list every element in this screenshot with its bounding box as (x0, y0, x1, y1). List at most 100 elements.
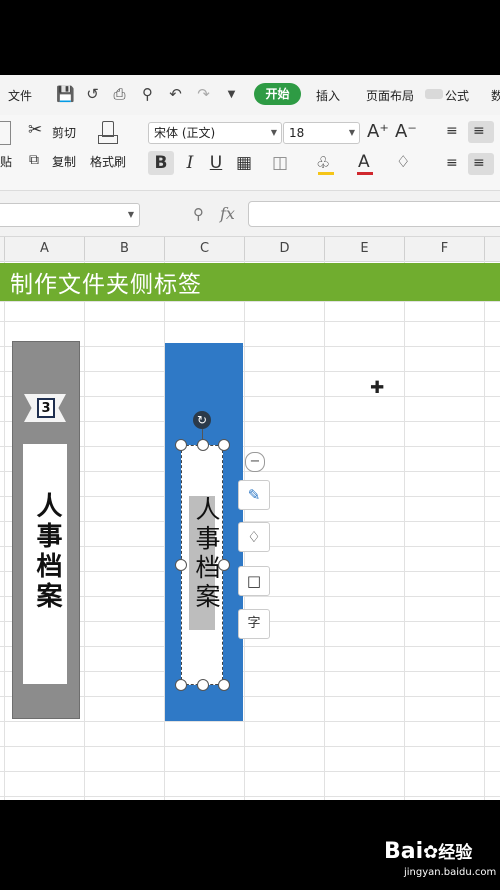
pen-icon[interactable]: ✎ (238, 480, 270, 510)
resize-handle[interactable] (175, 559, 187, 571)
zoom-icon[interactable]: ⚲ (193, 205, 204, 223)
resize-handle[interactable] (197, 439, 209, 451)
shape-fill-icon[interactable]: ♢ (238, 522, 270, 552)
border-icon[interactable]: ▦ (236, 153, 252, 173)
crosshair-cursor-icon: ✚ (370, 378, 385, 398)
chevron-down-icon: ▼ (127, 210, 134, 219)
column-header-bar: A B C D E F (0, 236, 500, 262)
label-right-blue[interactable]: 人事档案 ↻ (165, 343, 243, 721)
label-left-text-box: 人事档案 (23, 444, 67, 684)
font-color-icon[interactable]: A (358, 152, 370, 172)
ribbon: 贴 ✂ 剪切 ⧉ 复制 格式刷 宋体 (正文) ▼ 18 ▼ A⁺ A⁻ B I… (0, 115, 500, 191)
collapse-toolbar-icon[interactable]: − (245, 452, 265, 472)
fx-button[interactable]: fx (220, 204, 235, 223)
align-left-icon[interactable]: ≡ (446, 155, 458, 171)
spreadsheet-screen: 文件 💾 ↺ ⎙ ⚲ ↶ ↷ ▼ 开始 插入 页面布局 公式 数 贴 ✂ 剪切 … (0, 75, 500, 800)
fill-color-icon[interactable]: ♧ (316, 153, 330, 172)
chevron-down-icon: ▼ (348, 128, 355, 137)
column-header-f[interactable]: F (404, 237, 484, 261)
save-icon[interactable]: 💾 (56, 86, 75, 103)
resize-handle[interactable] (175, 679, 187, 691)
row-line (0, 721, 500, 722)
watermark-brand-suffix: 经验 (438, 843, 473, 863)
text-wrap-icon[interactable]: 字 (238, 609, 270, 639)
tab-page-layout[interactable]: 页面布局 (366, 87, 414, 104)
quick-access-dropdown-icon[interactable]: ▼ (223, 86, 240, 103)
eraser-icon[interactable]: ♢ (396, 152, 410, 171)
resize-handle[interactable] (218, 559, 230, 571)
paw-icon: ✿ (423, 842, 439, 863)
chevron-down-icon: ▼ (270, 128, 277, 137)
copy-button[interactable]: 复制 (52, 153, 76, 170)
tab-separator-mark (425, 89, 443, 99)
cell-grid[interactable]: 制作文件夹侧标签 3 人事档案 人事档案 ↻ − ✎ ♢ □ 字 ✚ (0, 260, 500, 800)
selected-textbox[interactable]: 人事档案 (181, 445, 223, 685)
font-color-swatch (357, 172, 373, 175)
row-line (0, 796, 500, 797)
merge-cells-icon[interactable]: ◫ (272, 153, 288, 173)
resize-handle[interactable] (218, 679, 230, 691)
rotate-handle-icon[interactable]: ↻ (193, 411, 211, 429)
font-name-select[interactable]: 宋体 (正文) ▼ (148, 122, 282, 144)
column-line (404, 260, 405, 800)
scissors-icon[interactable]: ✂ (28, 120, 42, 140)
align-top-icon[interactable]: ≡ (446, 123, 458, 139)
grow-font-button[interactable]: A⁺ (367, 121, 389, 142)
font-size-value: 18 (289, 126, 305, 140)
font-size-select[interactable]: 18 ▼ (283, 122, 360, 144)
name-box[interactable]: ▼ (0, 203, 140, 227)
formula-input[interactable] (248, 201, 500, 227)
watermark-brand-text: Bai (384, 839, 424, 864)
tab-insert[interactable]: 插入 (316, 87, 340, 104)
row-line (0, 746, 500, 747)
cut-button[interactable]: 剪切 (52, 124, 76, 141)
tab-formula[interactable]: 公式 (445, 87, 469, 104)
resize-handle[interactable] (175, 439, 187, 451)
paste-icon[interactable] (0, 121, 11, 145)
resize-handle[interactable] (218, 439, 230, 451)
column-header-e[interactable]: E (324, 237, 404, 261)
column-header-a[interactable]: A (4, 237, 84, 261)
fill-color-swatch (318, 172, 334, 175)
row-line (0, 771, 500, 772)
label-left-gray[interactable]: 3 人事档案 (12, 341, 80, 719)
label-number-badge: 3 (37, 398, 55, 418)
column-line (84, 260, 85, 800)
font-name-value: 宋体 (正文) (154, 126, 216, 140)
column-header-b[interactable]: B (84, 237, 164, 261)
paste-label[interactable]: 贴 (0, 153, 12, 170)
undo-icon[interactable]: ↶ (167, 86, 184, 103)
column-header-c[interactable]: C (164, 237, 244, 261)
italic-button[interactable]: I (180, 153, 200, 173)
menu-file[interactable]: 文件 (8, 87, 32, 104)
redo-icon[interactable]: ↷ (195, 86, 212, 103)
column-header-g[interactable] (484, 237, 500, 261)
tab-data[interactable]: 数 (491, 87, 500, 104)
print-preview-icon[interactable]: ⚲ (139, 86, 156, 103)
column-line (4, 260, 5, 800)
column-header-d[interactable]: D (244, 237, 324, 261)
row-line (0, 321, 500, 322)
column-line (324, 260, 325, 800)
shrink-font-button[interactable]: A⁻ (395, 121, 417, 142)
label-right-text[interactable]: 人事档案 (188, 496, 224, 612)
bold-button[interactable]: B (148, 153, 174, 173)
column-line (484, 260, 485, 800)
tab-start[interactable]: 开始 (254, 83, 301, 105)
underline-button[interactable]: U (206, 153, 226, 173)
format-painter-brush (98, 135, 118, 144)
resize-handle[interactable] (197, 679, 209, 691)
format-painter-button[interactable]: 格式刷 (90, 153, 126, 170)
watermark-brand: Bai✿经验 (384, 838, 472, 864)
shape-outline-icon[interactable]: □ (238, 566, 270, 596)
sheet-title: 制作文件夹侧标签 (10, 272, 202, 298)
label-left-text: 人事档案 (32, 492, 62, 612)
formula-bar: ▼ ⚲ fx (0, 191, 500, 236)
copy-icon[interactable]: ⧉ (29, 152, 39, 168)
watermark-url: jingyan.baidu.com (404, 867, 497, 878)
align-middle-icon: ≡ (473, 123, 485, 139)
print-icon[interactable]: ⎙ (111, 86, 128, 103)
align-center-icon: ≡ (473, 155, 485, 171)
export-icon[interactable]: ↺ (84, 86, 101, 103)
title-banner[interactable]: 制作文件夹侧标签 (0, 263, 500, 301)
